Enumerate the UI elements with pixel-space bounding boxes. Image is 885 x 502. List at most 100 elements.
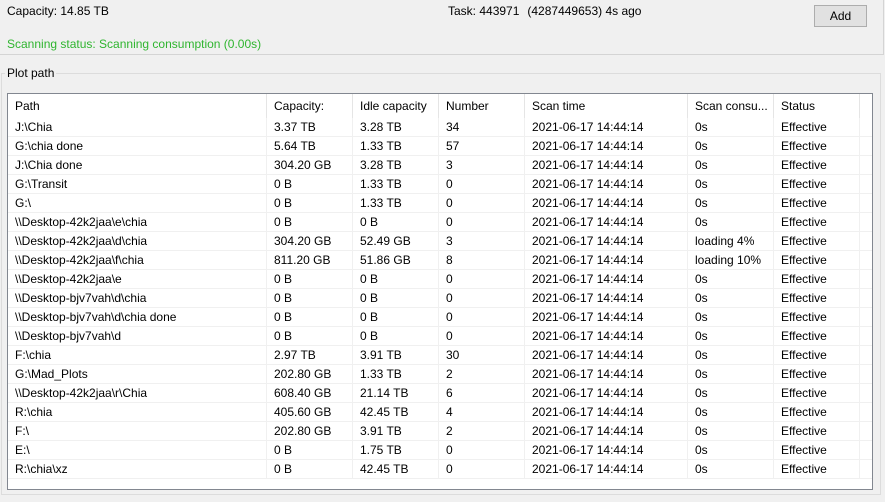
idle-capacity-cell: 1.33 TB — [353, 365, 439, 383]
table-row[interactable]: \\Desktop-42k2jaa\d\chia 304.20 GB 52.49 G… — [8, 232, 872, 251]
table-row[interactable]: G:\Transit 0 B 1.33 TB 0 2021-06-17 14:44:14… — [8, 175, 872, 194]
scan-time-cell: 2021-06-17 14:44:14 — [525, 422, 688, 440]
scan-consumption-cell: 0s — [688, 365, 774, 383]
number-cell: 0 — [439, 194, 525, 212]
path-cell: \\Desktop-42k2jaa\e\chia — [8, 213, 267, 231]
number-cell: 0 — [439, 289, 525, 307]
path-cell: \\Desktop-bjv7vah\d\chia — [8, 289, 267, 307]
table-row[interactable]: \\Desktop-42k2jaa\e 0 B0 B 0 2021-06-17 14:… — [8, 270, 872, 289]
table-row[interactable]: E:\ 0 B 1.75 TB 0 2021-06-17 14:44:14 0s Effec… — [8, 441, 872, 460]
idle-capacity-cell: 0 B — [353, 213, 439, 231]
scan-time-cell: 2021-06-17 14:44:14 — [525, 289, 688, 307]
table-row[interactable]: \\Desktop-bjv7vah\d\chia 0 B0 B 0 2021-06-1… — [8, 289, 872, 308]
table-row[interactable]: \\Desktop-bjv7vah\d 0 B0 B 0 2021-06-17 14:… — [8, 327, 872, 346]
status-cell: Effective — [774, 118, 860, 136]
idle-capacity-cell: 3.28 TB — [353, 118, 439, 136]
scan-consumption-cell: 0s — [688, 346, 774, 364]
status-cell: Effective — [774, 327, 860, 345]
number-cell: 8 — [439, 251, 525, 269]
task-id: Task: 443971 — [448, 4, 520, 18]
scan-consumption-cell: loading 4% — [688, 232, 774, 250]
table-row[interactable]: G:\chia done 5.64 TB 1.33 TB 57 2021-06-17 1… — [8, 137, 872, 156]
plot-path-list[interactable]: Path Capacity: Idle capacity Number Scan… — [7, 93, 873, 490]
column-header-capacity[interactable]: Capacity: — [267, 94, 353, 118]
status-cell: Effective — [774, 213, 860, 231]
path-cell: G:\Transit — [8, 175, 267, 193]
number-cell: 0 — [439, 175, 525, 193]
table-row[interactable]: G:\ 0 B 1.33 TB 0 2021-06-17 14:44:14 0s Effec… — [8, 194, 872, 213]
capacity-cell: 0 B — [267, 194, 353, 212]
table-row[interactable]: G:\Mad_Plots 202.80 GB 1.33 TB 2 2021-06-17 … — [8, 365, 872, 384]
idle-capacity-cell: 21.14 TB — [353, 384, 439, 402]
column-header-path[interactable]: Path — [8, 94, 267, 118]
table-row[interactable]: F:\ 202.80 GB 3.91 TB 2 2021-06-17 14:44:14 0… — [8, 422, 872, 441]
table-row[interactable]: \\Desktop-42k2jaa\f\chia 811.20 GB 51.86 G… — [8, 251, 872, 270]
idle-capacity-cell: 1.33 TB — [353, 137, 439, 155]
capacity-label: Capacity: 14.85 TB — [7, 4, 109, 18]
number-cell: 0 — [439, 213, 525, 231]
capacity-cell: 0 B — [267, 213, 353, 231]
capacity-cell: 304.20 GB — [267, 232, 353, 250]
task-detail: (4287449653) 4s ago — [527, 4, 642, 18]
list-header: Path Capacity: Idle capacity Number Scan… — [8, 94, 872, 118]
capacity-cell: 3.37 TB — [267, 118, 353, 136]
number-cell: 4 — [439, 403, 525, 421]
idle-capacity-cell: 42.45 TB — [353, 460, 439, 478]
column-header-scan-time[interactable]: Scan time — [525, 94, 688, 118]
status-cell: Effective — [774, 403, 860, 421]
scan-consumption-cell: 0s — [688, 194, 774, 212]
scan-consumption-cell: 0s — [688, 441, 774, 459]
number-cell: 3 — [439, 232, 525, 250]
scan-time-cell: 2021-06-17 14:44:14 — [525, 441, 688, 459]
path-cell: G:\Mad_Plots — [8, 365, 267, 383]
capacity-cell: 202.80 GB — [267, 422, 353, 440]
scan-consumption-cell: 0s — [688, 460, 774, 478]
scan-time-cell: 2021-06-17 14:44:14 — [525, 137, 688, 155]
number-cell: 6 — [439, 384, 525, 402]
column-header-number[interactable]: Number — [439, 94, 525, 118]
status-cell: Effective — [774, 422, 860, 440]
idle-capacity-cell: 0 B — [353, 270, 439, 288]
table-row[interactable]: J:\Chia 3.37 TB 3.28 TB 34 2021-06-17 14:44:… — [8, 118, 872, 137]
column-header-status[interactable]: Status — [774, 94, 860, 118]
path-cell: \\Desktop-bjv7vah\d — [8, 327, 267, 345]
idle-capacity-cell: 0 B — [353, 308, 439, 326]
path-cell: \\Desktop-bjv7vah\d\chia done — [8, 308, 267, 326]
scan-consumption-cell: 0s — [688, 422, 774, 440]
column-header-scan-consumption[interactable]: Scan consu... — [688, 94, 774, 118]
idle-capacity-cell: 52.49 GB — [353, 232, 439, 250]
scan-consumption-cell: 0s — [688, 384, 774, 402]
table-row[interactable]: R:\chia 405.60 GB 42.45 TB 4 2021-06-17 14:4… — [8, 403, 872, 422]
scan-consumption-cell: 0s — [688, 156, 774, 174]
add-button[interactable]: Add — [814, 5, 867, 27]
table-row[interactable]: \\Desktop-bjv7vah\d\chia done 0 B0 B 0 2021… — [8, 308, 872, 327]
capacity-cell: 202.80 GB — [267, 365, 353, 383]
scan-time-cell: 2021-06-17 14:44:14 — [525, 384, 688, 402]
capacity-cell: 811.20 GB — [267, 251, 353, 269]
scan-time-cell: 2021-06-17 14:44:14 — [525, 460, 688, 478]
capacity-cell: 0 B — [267, 460, 353, 478]
scan-consumption-cell: loading 10% — [688, 251, 774, 269]
scan-time-cell: 2021-06-17 14:44:14 — [525, 251, 688, 269]
plot-path-label: Plot path — [5, 66, 57, 80]
capacity-cell: 0 B — [267, 308, 353, 326]
status-cell: Effective — [774, 175, 860, 193]
scan-time-cell: 2021-06-17 14:44:14 — [525, 118, 688, 136]
status-cell: Effective — [774, 194, 860, 212]
path-cell: G:\chia done — [8, 137, 267, 155]
path-cell: \\Desktop-42k2jaa\d\chia — [8, 232, 267, 250]
table-row[interactable]: \\Desktop-42k2jaa\e\chia 0 B0 B 0 2021-06-1… — [8, 213, 872, 232]
column-header-idle-capacity[interactable]: Idle capacity — [353, 94, 439, 118]
table-row[interactable]: F:\chia 2.97 TB 3.91 TB 30 2021-06-17 14:44:… — [8, 346, 872, 365]
scan-time-cell: 2021-06-17 14:44:14 — [525, 213, 688, 231]
scan-time-cell: 2021-06-17 14:44:14 — [525, 308, 688, 326]
capacity-cell: 0 B — [267, 175, 353, 193]
number-cell: 2 — [439, 422, 525, 440]
capacity-cell: 405.60 GB — [267, 403, 353, 421]
table-row[interactable]: \\Desktop-42k2jaa\r\Chia 608.40 GB 21.14 T… — [8, 384, 872, 403]
table-row[interactable]: R:\chia\xz 0 B 42.45 TB 0 2021-06-17 14:44:1… — [8, 460, 872, 479]
path-cell: J:\Chia — [8, 118, 267, 136]
table-row[interactable]: J:\Chia done 304.20 GB 3.28 TB 3 2021-06-17 … — [8, 156, 872, 175]
number-cell: 0 — [439, 460, 525, 478]
idle-capacity-cell: 42.45 TB — [353, 403, 439, 421]
